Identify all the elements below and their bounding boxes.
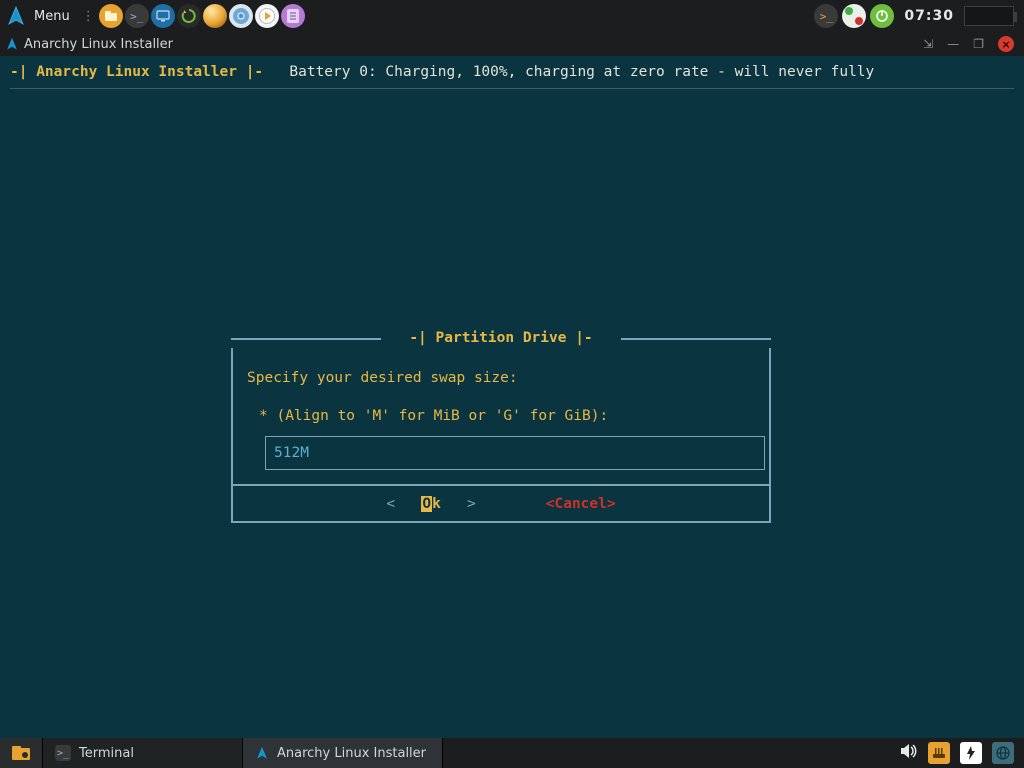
terminal-area: -| Anarchy Linux Installer |- Battery 0:… <box>6 56 1018 732</box>
tray-terminal-icon[interactable]: >_ <box>814 4 838 28</box>
clock: 07:30 <box>898 8 960 24</box>
show-desktop-button[interactable] <box>0 738 43 768</box>
chromium-icon[interactable] <box>229 4 253 28</box>
top-tray: >_ 07:30 <box>814 4 1024 28</box>
terminal-rule <box>10 88 1014 89</box>
battery-indicator[interactable] <box>964 6 1014 26</box>
files-icon[interactable] <box>99 4 123 28</box>
power-icon[interactable] <box>960 742 982 764</box>
volume-icon[interactable] <box>900 743 918 763</box>
ok-button[interactable]: < Ok > <box>386 494 475 514</box>
terminal-icon: >_ <box>55 745 71 761</box>
taskbar-item-terminal[interactable]: >_ Terminal <box>43 738 243 768</box>
pin-button[interactable]: ⇲ <box>923 37 933 51</box>
menu-button[interactable] <box>0 0 32 32</box>
swap-size-input[interactable]: 512M <box>265 436 765 470</box>
dialog-buttons: < Ok > <Cancel> <box>231 485 771 523</box>
launcher-row: >_ <box>99 4 305 28</box>
taskbar-label: Anarchy Linux Installer <box>277 746 426 761</box>
hint-text: * (Align to 'M' for MiB or 'G' for GiB): <box>247 388 755 426</box>
tray-flag-icon[interactable] <box>842 4 866 28</box>
window-titlebar: Anarchy Linux Installer ⇲ — ❐ × <box>0 32 1024 56</box>
arch-icon <box>255 746 269 760</box>
prompt-text: Specify your desired swap size: <box>247 368 755 388</box>
taskbar-item-installer[interactable]: Anarchy Linux Installer <box>243 738 443 768</box>
separator: ⋮ <box>78 9 99 24</box>
globe-icon[interactable] <box>992 742 1014 764</box>
taskbar-spacer <box>443 738 890 768</box>
tray-logout-icon[interactable] <box>870 4 894 28</box>
terminal-header: -| Anarchy Linux Installer |- Battery 0:… <box>6 56 1018 86</box>
bottom-tray <box>890 738 1024 768</box>
sync-icon[interactable] <box>177 4 201 28</box>
top-panel: Menu ⋮ >_ >_ 0 <box>0 0 1024 32</box>
maximize-button[interactable]: ❐ <box>973 37 984 51</box>
partition-dialog: -| Partition Drive |- Specify your desir… <box>231 328 771 523</box>
bottom-taskbar: >_ Terminal Anarchy Linux Installer <box>0 738 1024 768</box>
terminal-icon[interactable]: >_ <box>125 4 149 28</box>
window-title-text: Anarchy Linux Installer <box>24 37 173 52</box>
menu-label[interactable]: Menu <box>32 9 78 24</box>
network-icon[interactable] <box>928 742 950 764</box>
close-button[interactable]: × <box>998 36 1014 52</box>
app-icon <box>0 37 24 51</box>
taskbar-label: Terminal <box>79 746 134 761</box>
header-app: -| Anarchy Linux Installer |- <box>10 64 263 80</box>
player-icon[interactable] <box>255 4 279 28</box>
minimize-button[interactable]: — <box>947 37 959 51</box>
editor-icon[interactable] <box>281 4 305 28</box>
header-battery: Battery 0: Charging, 100%, charging at z… <box>289 64 874 80</box>
cancel-button[interactable]: <Cancel> <box>546 494 616 514</box>
monitor-icon[interactable] <box>151 4 175 28</box>
ball-icon[interactable] <box>203 4 227 28</box>
